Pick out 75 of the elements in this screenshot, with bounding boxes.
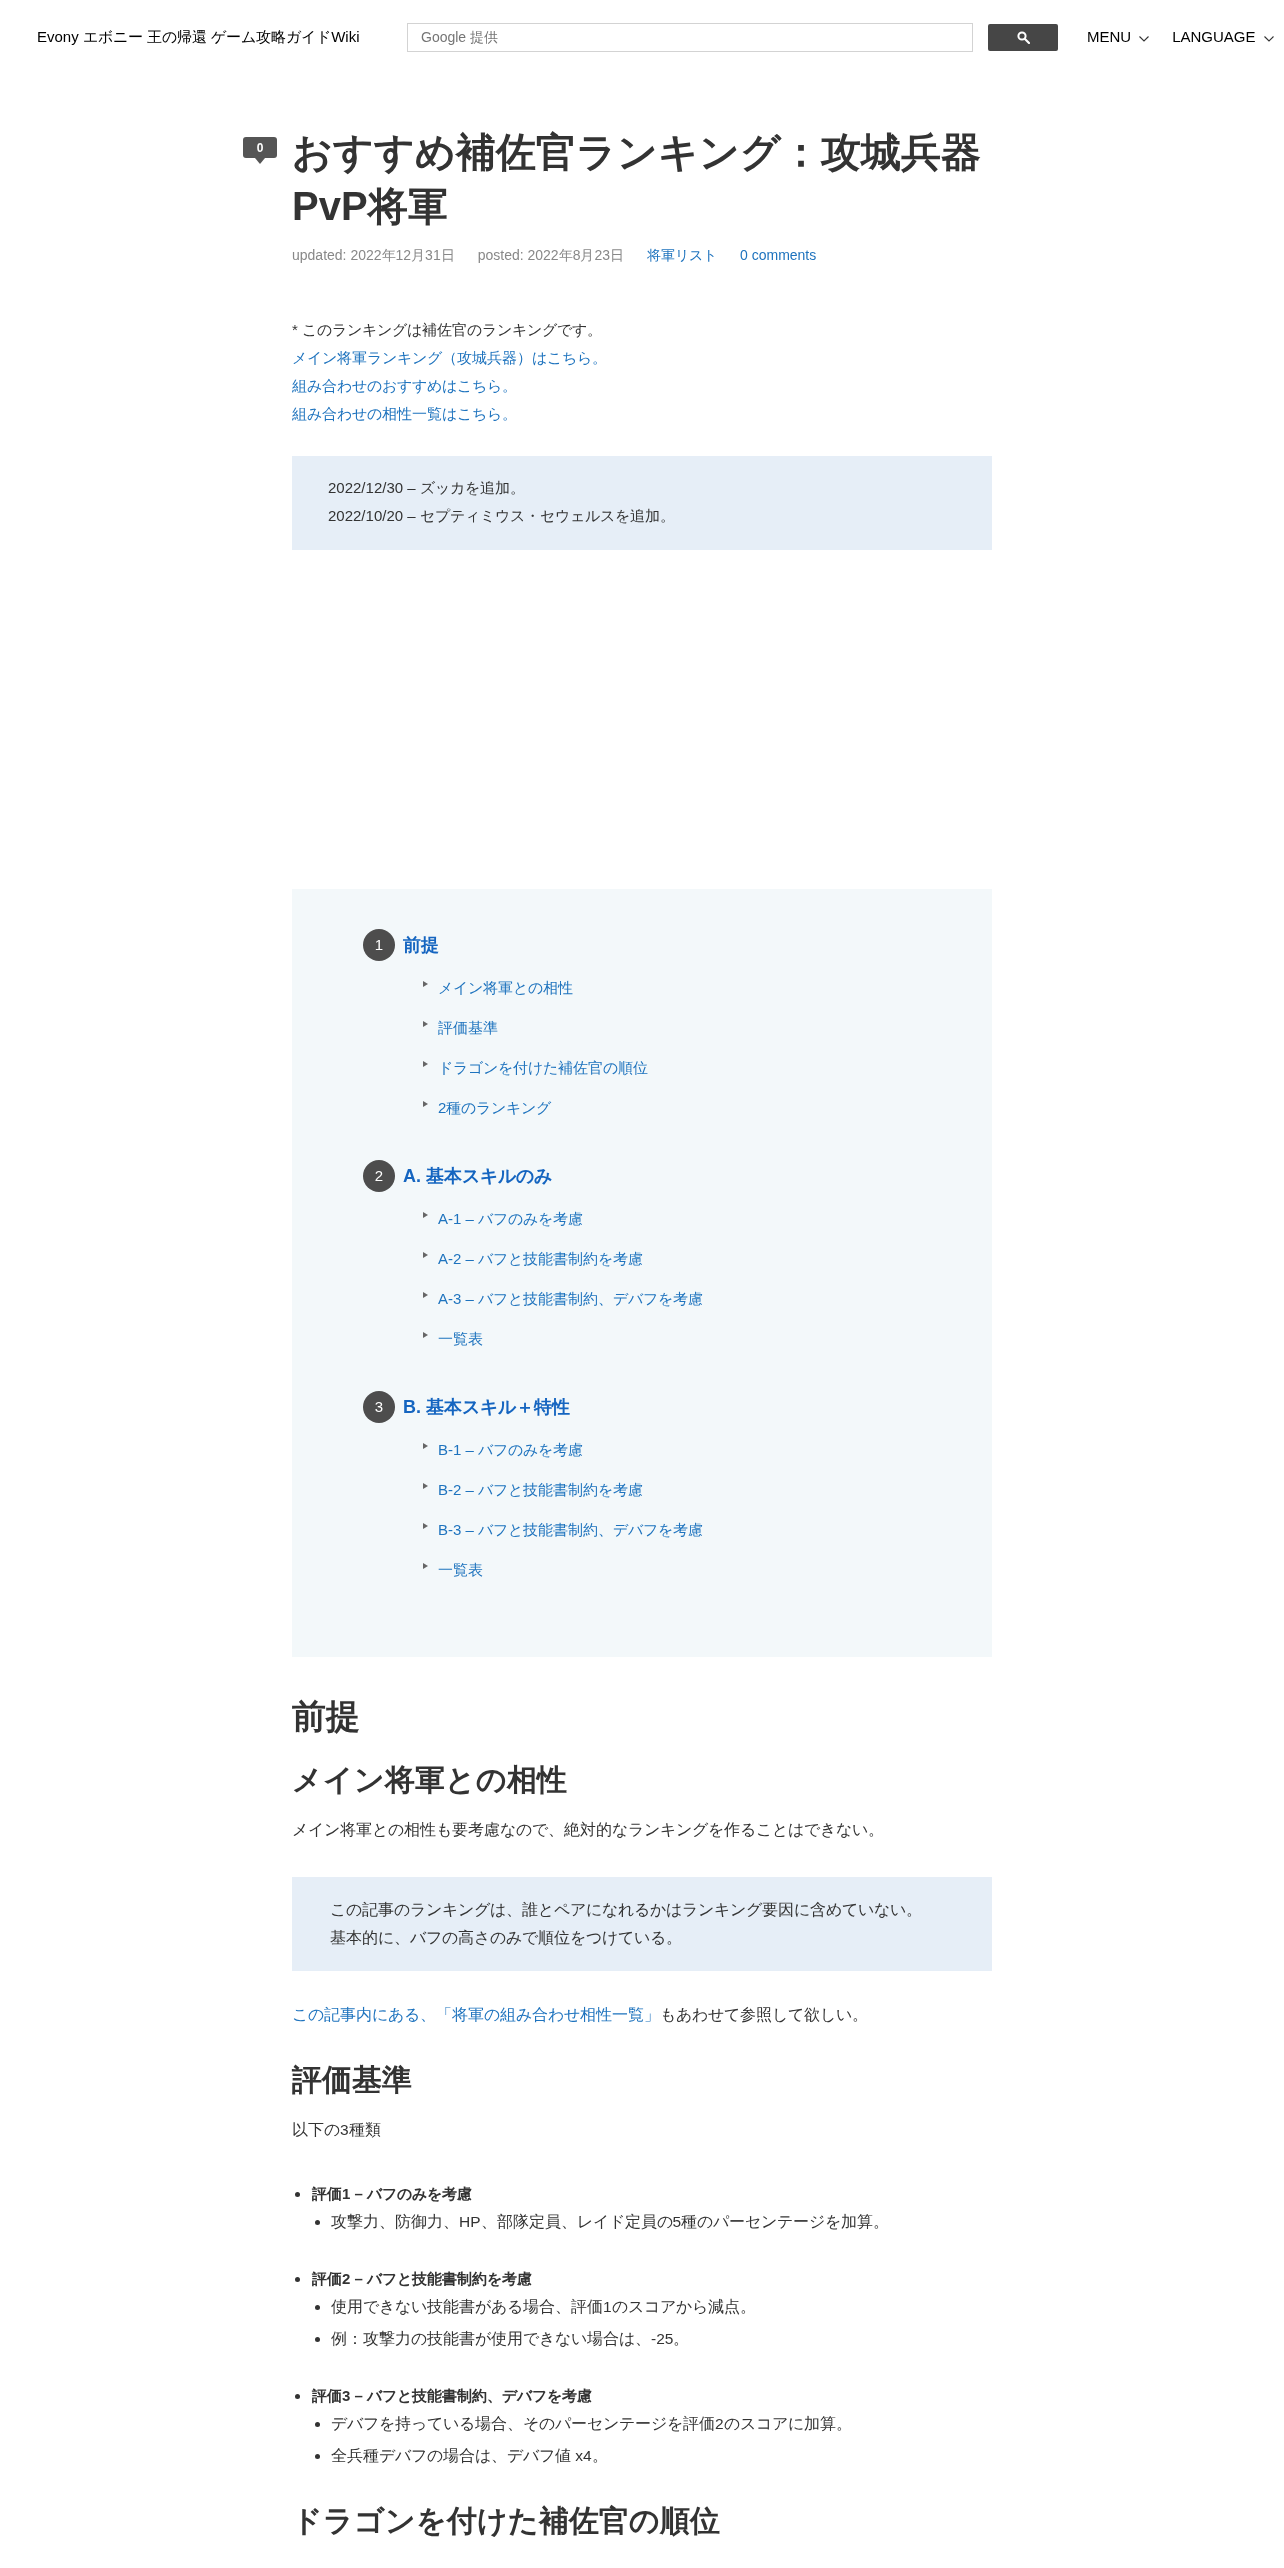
criteria-title: 評価2 – バフと技能書制約を考慮 xyxy=(312,2269,533,2289)
triangle-bullet-icon xyxy=(423,981,428,987)
chevron-down-icon xyxy=(1263,35,1274,42)
body-text: この記事内にある、「将軍の組み合わせ相性一覧」もあわせて参照して欲しい。 xyxy=(292,2005,868,2025)
nav-menu-button[interactable]: MENU xyxy=(1087,25,1150,49)
intro-note: * このランキングは補佐官のランキングです。 xyxy=(292,321,602,338)
toc-link[interactable]: A-1 – バフのみを考慮 xyxy=(438,1207,584,1231)
section-number: 3 xyxy=(363,1391,395,1423)
subsection-heading: 評価基準 xyxy=(292,2062,412,2098)
toc-heading-link[interactable]: B. 基本スキル＋特性 xyxy=(403,1393,570,1421)
criteria-detail: デバフを持っている場合、そのパーセンテージを評価2のスコアに加算。 xyxy=(331,2414,852,2434)
toc-link[interactable]: ドラゴンを付けた補佐官の順位 xyxy=(438,1056,648,1080)
bullet-icon xyxy=(295,2191,300,2197)
site-title[interactable]: Evony エボニー 王の帰還 ゲーム攻略ガイドWiki xyxy=(37,28,360,45)
meta-link[interactable]: 将軍リスト xyxy=(647,245,717,265)
note-text: 基本的に、バフの高さのみで順位をつけている。 xyxy=(330,1928,682,1948)
update-entry: 2022/12/30 – ズッカを追加。 xyxy=(328,478,525,498)
criteria-detail: 攻撃力、防御力、HP、部隊定員、レイド定員の5種のパーセンテージを加算。 xyxy=(331,2212,890,2232)
intro-link[interactable]: 組み合わせの相性一覧はこちら。 xyxy=(292,405,517,422)
update-entry: 2022/10/20 – セプティミウス・セウェルスを追加。 xyxy=(328,506,675,526)
subsection-heading: メイン将軍との相性 xyxy=(292,1762,567,1798)
triangle-bullet-icon xyxy=(423,1292,428,1298)
bullet-icon xyxy=(315,2219,320,2225)
chevron-down-icon xyxy=(1139,35,1150,42)
toc-link[interactable]: A-2 – バフと技能書制約を考慮 xyxy=(438,1247,644,1271)
bullet-icon xyxy=(315,2421,320,2427)
search-button[interactable] xyxy=(988,23,1058,51)
toc-link[interactable]: 2種のランキング xyxy=(438,1096,552,1120)
inline-link[interactable]: この記事内にある、「将軍の組み合わせ相性一覧」 xyxy=(292,2006,660,2023)
search-field[interactable]: Google 提供 xyxy=(407,22,973,52)
triangle-bullet-icon xyxy=(423,1332,428,1338)
triangle-bullet-icon xyxy=(423,1021,428,1027)
post-date: updated: 2022年12月31日 xyxy=(292,246,455,265)
bullet-icon xyxy=(315,2336,320,2342)
post-date: posted: 2022年8月23日 xyxy=(477,246,624,265)
toc-link[interactable]: B-1 – バフのみを考慮 xyxy=(438,1438,584,1462)
section-number: 1 xyxy=(363,929,395,961)
triangle-bullet-icon xyxy=(423,1443,428,1449)
toc-link[interactable]: メイン将軍との相性 xyxy=(438,976,573,1000)
intro-link[interactable]: 組み合わせのおすすめはこちら。 xyxy=(292,377,517,394)
triangle-bullet-icon xyxy=(423,1101,428,1107)
criteria-title: 評価3 – バフと技能書制約、デバフを考慮 xyxy=(312,2386,593,2406)
triangle-bullet-icon xyxy=(423,1483,428,1489)
toc-link[interactable]: B-2 – バフと技能書制約を考慮 xyxy=(438,1478,644,1502)
article-title: おすすめ補佐官ランキング：攻城兵器PvP将軍 xyxy=(292,129,982,230)
triangle-bullet-icon xyxy=(423,1563,428,1569)
bullet-icon xyxy=(295,2393,300,2399)
meta-link[interactable]: 0 comments xyxy=(740,245,817,265)
toc-link[interactable]: 評価基準 xyxy=(438,1016,498,1040)
toc-link[interactable]: 一覧表 xyxy=(438,1327,483,1351)
bullet-icon xyxy=(295,2276,300,2282)
toc-link[interactable]: B-3 – バフと技能書制約、デバフを考慮 xyxy=(438,1518,704,1542)
criteria-title: 評価1 – バフのみを考慮 xyxy=(312,2184,473,2204)
intro-link[interactable]: メイン将軍ランキング（攻城兵器）はこちら。 xyxy=(292,349,607,366)
triangle-bullet-icon xyxy=(423,1523,428,1529)
nav-menu-button[interactable]: LANGUAGE xyxy=(1172,25,1274,49)
toc-heading-link[interactable]: 前提 xyxy=(403,931,439,959)
triangle-bullet-icon xyxy=(423,1252,428,1258)
body-text: 以下の3種類 xyxy=(292,2120,381,2140)
bullet-icon xyxy=(315,2453,320,2459)
toc-link[interactable]: A-3 – バフと技能書制約、デバフを考慮 xyxy=(438,1287,704,1311)
criteria-detail: 使用できない技能書がある場合、評価1のスコアから減点。 xyxy=(331,2297,756,2317)
note-text: この記事のランキングは、誰とペアになれるかはランキング要因に含めていない。 xyxy=(330,1900,922,1920)
section-number: 2 xyxy=(363,1160,395,1192)
triangle-bullet-icon xyxy=(423,1212,428,1218)
triangle-bullet-icon xyxy=(423,1061,428,1067)
toc-heading-link[interactable]: A. 基本スキルのみ xyxy=(403,1162,552,1190)
search-icon xyxy=(1016,30,1030,44)
bullet-icon xyxy=(315,2304,320,2310)
body-text: メイン将軍との相性も要考慮なので、絶対的なランキングを作ることはできない。 xyxy=(292,1820,884,1840)
section-heading: 前提 xyxy=(292,1696,360,1737)
criteria-detail: 例：攻撃力の技能書が使用できない場合は、-25。 xyxy=(331,2329,690,2349)
criteria-detail: 全兵種デバフの場合は、デバフ値 x4。 xyxy=(331,2446,608,2466)
toc-link[interactable]: 一覧表 xyxy=(438,1558,483,1582)
subsection-heading: ドラゴンを付けた補佐官の順位 xyxy=(292,2503,720,2539)
